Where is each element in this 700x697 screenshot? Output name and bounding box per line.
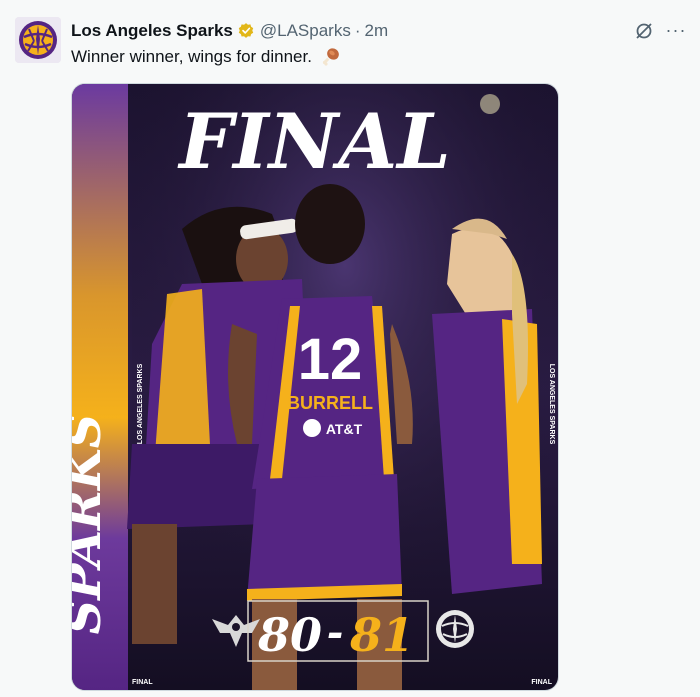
separator-dot: · <box>354 21 361 40</box>
jersey-number: 12 <box>298 327 363 392</box>
score-away: 81 <box>349 608 414 662</box>
author-name[interactable]: Los Angeles Sparks <box>71 21 233 41</box>
jersey-name: BURRELL <box>287 393 373 413</box>
avatar[interactable] <box>15 17 61 63</box>
sparks-logo-icon <box>15 17 61 63</box>
more-options-button[interactable]: ··· <box>664 18 688 42</box>
side-small-right: LOS ANGELES SPARKS <box>548 364 555 445</box>
footer-right: FINAL <box>531 679 552 686</box>
timestamp[interactable]: 2m <box>365 21 389 41</box>
jersey-sponsor: AT&T <box>326 421 363 437</box>
tweet-text: Winner winner, wings for dinner. <box>71 46 341 67</box>
drumstick-emoji-icon <box>322 48 339 66</box>
sparks-logo-score-icon <box>436 610 474 648</box>
side-brand-text: SPARKS <box>72 414 112 635</box>
final-score-graphic: SPARKS FINAL LOS ANGELES SPARKS LOS ANGE… <box>72 84 558 690</box>
tweet-text-content: Winner winner, wings for dinner. <box>71 47 312 66</box>
tweet-header: Los Angeles Sparks @LASparks · 2m <box>71 20 388 42</box>
footer-left: FINAL <box>132 679 153 686</box>
author-handle[interactable]: @LASparks <box>260 21 351 41</box>
score-dash: - <box>327 609 344 656</box>
tweet-card[interactable]: Los Angeles Sparks @LASparks · 2m Winner… <box>0 0 700 697</box>
tweet-media-image[interactable]: SPARKS FINAL LOS ANGELES SPARKS LOS ANGE… <box>71 83 559 691</box>
score-home: 80 <box>257 608 322 662</box>
final-headline: FINAL <box>177 97 450 186</box>
verified-badge-icon <box>238 23 254 38</box>
grok-icon[interactable] <box>634 21 654 41</box>
side-small-left: LOS ANGELES SPARKS <box>137 363 144 444</box>
